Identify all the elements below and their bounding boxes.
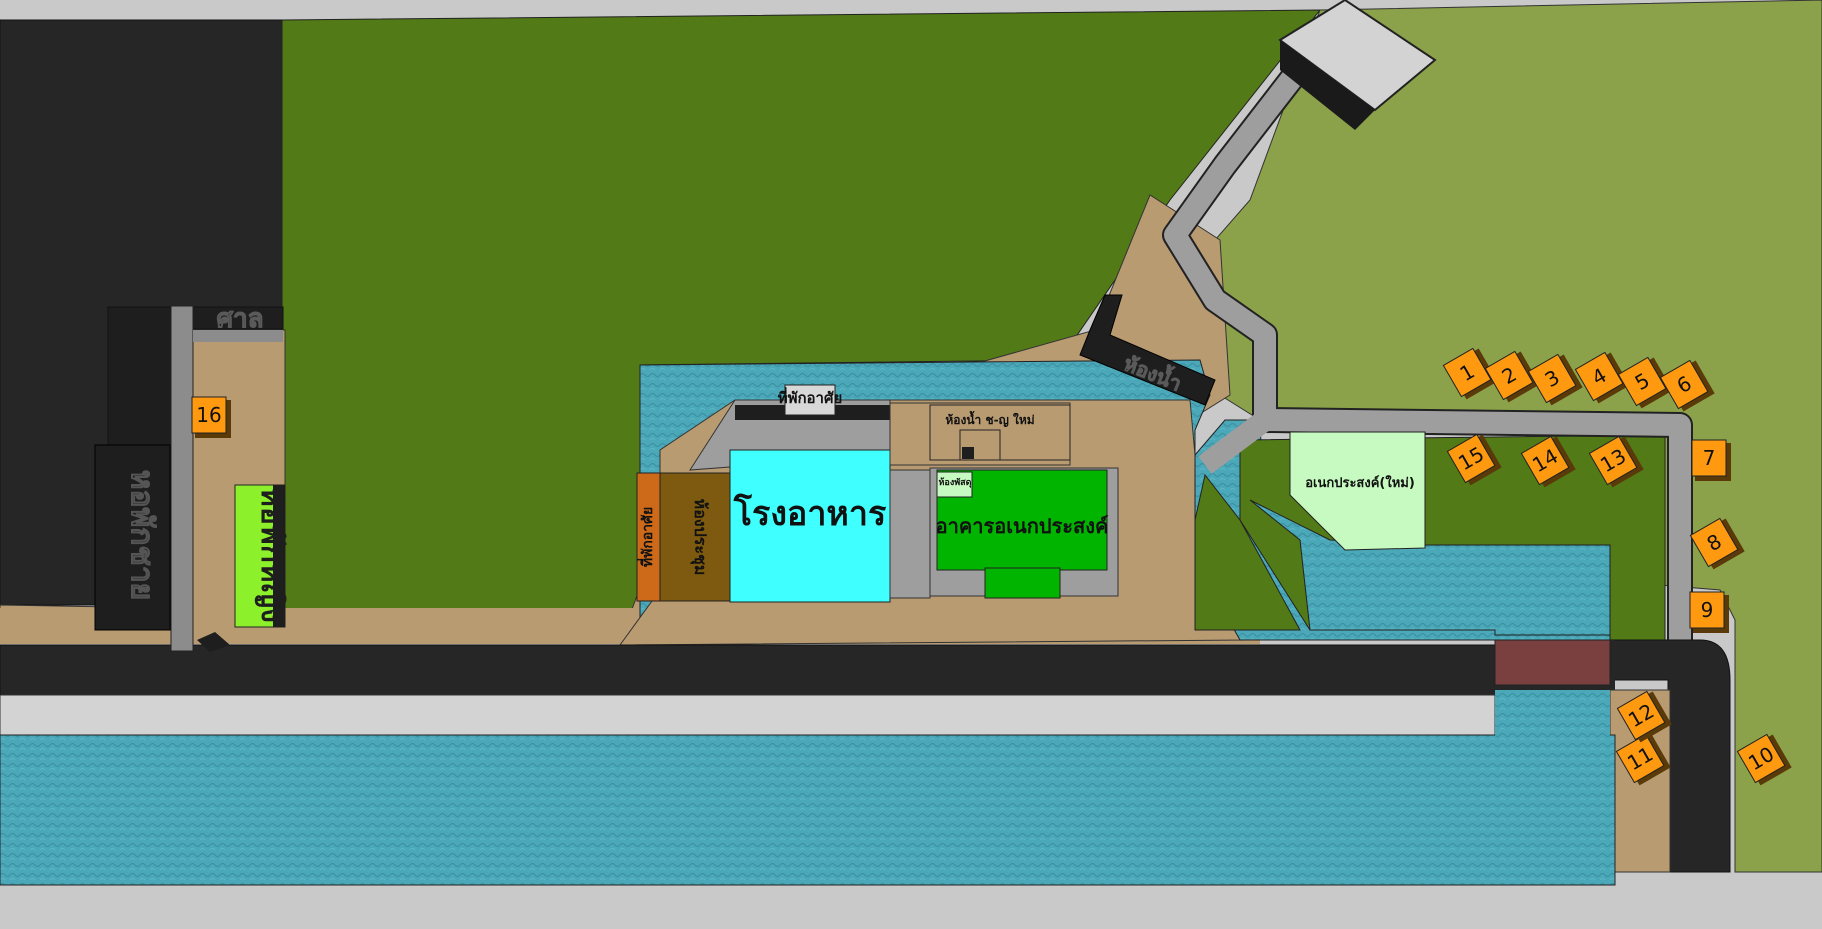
walkway-left: [170, 305, 194, 652]
main-road: [0, 644, 1501, 701]
hut-number: 16: [196, 403, 221, 427]
label-multipurpose: อาคารอเนกประสงค์: [936, 514, 1109, 538]
label-multipurpose-new: อเนกประสงค์(ใหม่): [1305, 474, 1415, 491]
label-meeting-room: ห้องประชุม: [690, 499, 710, 576]
multipurpose-extension: [984, 567, 1061, 599]
corridor-grey: [889, 469, 931, 599]
label-small-room: ห้องพัสดุ: [938, 477, 971, 488]
hut-7: 7: [1691, 439, 1731, 481]
canal-right: [1495, 690, 1610, 880]
label-shrine-top: ที่พักอาศัย: [778, 387, 843, 407]
label-shrine-side: ที่พักอาศัย: [637, 507, 656, 567]
label-dorm-men: หอพักชาย: [124, 470, 159, 601]
sidewalk: [0, 694, 1496, 736]
hut-number: 9: [1701, 598, 1714, 622]
map-canvas: ศาล หอพักชาย หอพักหญิง ที่พักอาศัย ห้องป…: [0, 0, 1822, 929]
hut-9: 9: [1689, 591, 1729, 633]
bridge: [1494, 639, 1611, 686]
restroom-door: [962, 447, 974, 459]
canal-bottom: [0, 734, 1616, 886]
hut-number: 7: [1703, 446, 1716, 470]
label-restroom-new: ห้องน้ำ ช-ญ ใหม่: [945, 410, 1034, 427]
campus-map: ศาล หอพักชาย หอพักหญิง ที่พักอาศัย ห้องป…: [0, 0, 1822, 929]
label-sala: ศาล: [216, 304, 263, 334]
label-dorm-women: หอพักหญิง: [254, 487, 289, 623]
hut-16: 16: [191, 396, 231, 438]
label-canteen: โรงอาหาร: [733, 493, 887, 534]
